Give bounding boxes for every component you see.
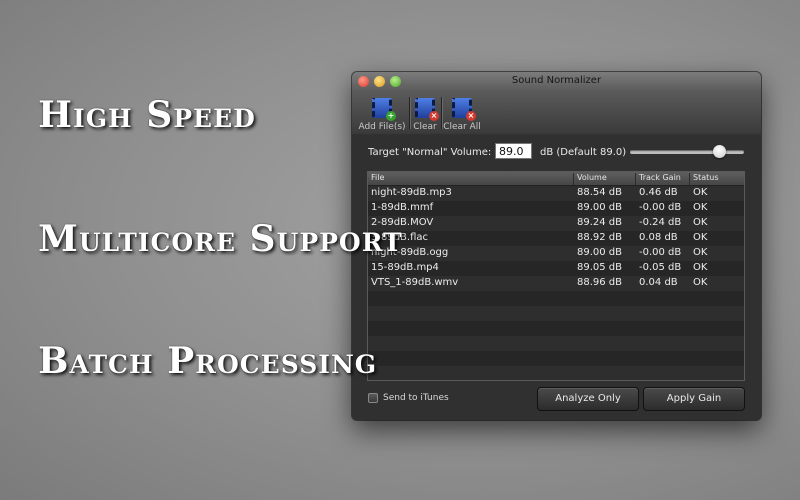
target-volume-slider[interactable] xyxy=(630,145,744,158)
analyze-only-button[interactable]: Analyze Only xyxy=(537,387,639,411)
cell-volume: 88.92 dB xyxy=(577,232,623,243)
cell-volume: 89.05 dB xyxy=(577,262,623,273)
table-row[interactable]: VTS_1-89dB.wmv 88.96 dB 0.04 dB OK xyxy=(368,276,744,291)
empty-row xyxy=(368,306,744,321)
table-row[interactable]: 1-89dB.mmf 89.00 dB -0.00 dB OK xyxy=(368,201,744,216)
cell-track-gain: -0.00 dB xyxy=(639,202,682,213)
cell-volume: 89.00 dB xyxy=(577,202,623,213)
empty-row xyxy=(368,366,744,380)
cell-track-gain: -0.05 dB xyxy=(639,262,682,273)
cell-track-gain: 0.08 dB xyxy=(639,232,678,243)
toolbar-separator xyxy=(441,97,442,129)
table-body: night-89dB.mp3 88.54 dB 0.46 dB OK 1-89d… xyxy=(368,186,744,380)
empty-row xyxy=(368,321,744,336)
send-to-itunes-option[interactable]: Send to iTunes xyxy=(368,393,449,403)
target-volume-hint: dB (Default 89.0) xyxy=(540,147,627,158)
column-header-file[interactable]: File xyxy=(368,173,574,185)
table-header: File Volume Track Gain Status xyxy=(368,172,744,186)
column-header-track-gain[interactable]: Track Gain xyxy=(636,173,690,185)
table-row[interactable]: night-89dB.ogg 89.00 dB -0.00 dB OK xyxy=(368,246,744,261)
send-to-itunes-checkbox[interactable] xyxy=(368,393,378,403)
clear-label: Clear xyxy=(413,122,437,132)
empty-row xyxy=(368,336,744,351)
clear-all-button[interactable]: × Clear All xyxy=(443,93,481,132)
column-header-volume[interactable]: Volume xyxy=(574,173,636,185)
cell-track-gain: 0.04 dB xyxy=(639,277,678,288)
cell-volume: 88.54 dB xyxy=(577,187,623,198)
cell-volume: 88.96 dB xyxy=(577,277,623,288)
toolbar-separator xyxy=(409,97,410,129)
table-row[interactable]: 3-89dB.flac 88.92 dB 0.08 dB OK xyxy=(368,231,744,246)
column-header-status[interactable]: Status xyxy=(690,173,744,185)
promo-headline-multicore: Multicore Support xyxy=(38,218,403,260)
file-table: File Volume Track Gain Status night-89dB… xyxy=(367,171,745,381)
cell-file: VTS_1-89dB.wmv xyxy=(371,277,459,288)
cell-file: 1-89dB.mmf xyxy=(371,202,434,213)
window-title: Sound Normalizer xyxy=(511,75,602,86)
clear-button[interactable]: × Clear xyxy=(411,93,439,132)
cell-status: OK xyxy=(693,217,708,228)
clear-all-icon: × xyxy=(448,96,476,121)
cell-track-gain: 0.46 dB xyxy=(639,187,678,198)
clear-all-label: Clear All xyxy=(443,122,481,132)
add-files-button[interactable]: + Add File(s) xyxy=(356,93,408,132)
promo-headline-speed: High Speed xyxy=(38,94,256,136)
promo-headline-batch: Batch Processing xyxy=(38,340,378,382)
app-window: Sound Normalizer + Add File(s) × Clear ×… xyxy=(352,72,761,420)
title-bar[interactable]: Sound Normalizer xyxy=(352,72,761,91)
cell-file: 15-89dB.mp4 xyxy=(371,262,439,273)
cell-status: OK xyxy=(693,232,708,243)
cell-status: OK xyxy=(693,262,708,273)
cell-status: OK xyxy=(693,187,708,198)
cell-track-gain: -0.24 dB xyxy=(639,217,682,228)
target-volume-input[interactable]: 89.0 xyxy=(495,143,532,159)
send-to-itunes-label: Send to iTunes xyxy=(383,393,449,403)
table-row[interactable]: 15-89dB.mp4 89.05 dB -0.05 dB OK xyxy=(368,261,744,276)
empty-row xyxy=(368,351,744,366)
slider-thumb[interactable] xyxy=(712,145,726,158)
cell-track-gain: -0.00 dB xyxy=(639,247,682,258)
cell-file: night-89dB.mp3 xyxy=(371,187,452,198)
cell-status: OK xyxy=(693,247,708,258)
cell-volume: 89.24 dB xyxy=(577,217,623,228)
cell-volume: 89.00 dB xyxy=(577,247,623,258)
target-volume-label: Target "Normal" Volume: xyxy=(368,147,492,158)
table-row[interactable]: night-89dB.mp3 88.54 dB 0.46 dB OK xyxy=(368,186,744,201)
clear-file-icon: × xyxy=(411,96,439,121)
empty-row xyxy=(368,291,744,306)
cell-status: OK xyxy=(693,277,708,288)
table-row[interactable]: 2-89dB.MOV 89.24 dB -0.24 dB OK xyxy=(368,216,744,231)
apply-gain-button[interactable]: Apply Gain xyxy=(643,387,745,411)
add-files-label: Add File(s) xyxy=(358,122,406,132)
add-file-icon: + xyxy=(368,96,396,121)
cell-status: OK xyxy=(693,202,708,213)
